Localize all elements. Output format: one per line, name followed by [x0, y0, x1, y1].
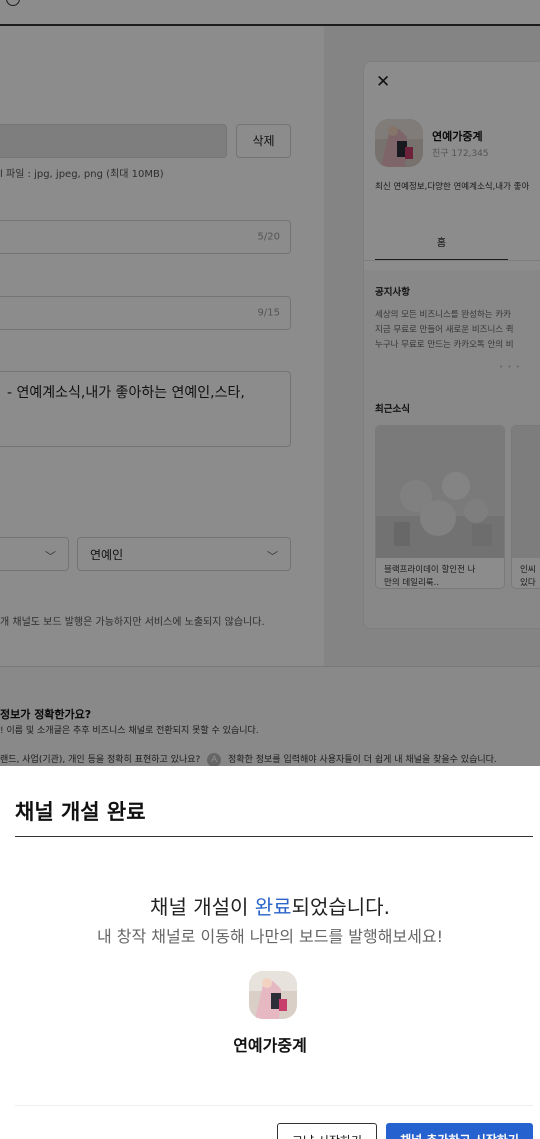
- add-channel-start-button[interactable]: 채널 추가하고 시작하기: [386, 1123, 533, 1139]
- dim-overlay: [0, 0, 540, 766]
- message-part: 채널 개설이: [150, 895, 255, 919]
- message-part: 되었습니다.: [291, 895, 390, 919]
- modal-channel-name: 연예가중계: [233, 1036, 307, 1055]
- modal-footer-divider: [15, 1105, 533, 1106]
- completion-sub-message: 내 창작 채널로 이동해 나만의 보드를 발행해보세요!: [96, 927, 444, 946]
- start-button[interactable]: 그냥 시작하기: [277, 1123, 377, 1139]
- avatar-image: [249, 971, 297, 1019]
- channel-avatar: [249, 971, 297, 1019]
- completion-message: 채널 개설이 완료되었습니다.: [0, 891, 540, 920]
- modal-title: 채널 개설 완료: [15, 800, 146, 824]
- message-highlight: 완료: [254, 895, 292, 919]
- modal-divider: [15, 836, 533, 837]
